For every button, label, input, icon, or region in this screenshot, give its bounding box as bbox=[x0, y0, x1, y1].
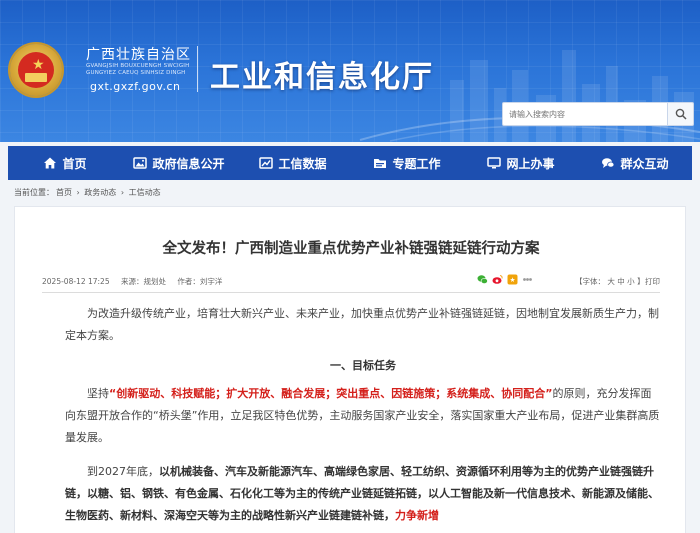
main-nav: 首页 政府信息公开 工信数据 专题工作 网上办事 群众互动 bbox=[8, 146, 692, 180]
article-author: 作者：刘宇洋 bbox=[177, 277, 223, 286]
font-size-label: 【字体： bbox=[575, 277, 605, 286]
more-share-icon[interactable] bbox=[522, 274, 533, 285]
monitor-icon bbox=[487, 157, 502, 169]
nav-item-label: 首页 bbox=[62, 156, 87, 171]
article-meta: 2025-08-12 17:25 来源：规划处 作者：刘宇洋 bbox=[42, 276, 231, 287]
department-title: 工业和信息化厅 bbox=[210, 60, 434, 95]
header-banner: ★ 广西壮族自治区 GVANGJSIH BOUXCUENGH SWCIGIH G… bbox=[0, 0, 700, 142]
folder-icon bbox=[374, 159, 387, 168]
paragraph-goals: 到2027年底，以机械装备、汽车及新能源汽车、高端绿色家居、轻工纺织、资源循环利… bbox=[65, 461, 661, 527]
title-divider bbox=[197, 46, 198, 92]
nav-item-home[interactable]: 首页 bbox=[8, 146, 122, 180]
emblem-icon[interactable]: ★ bbox=[10, 44, 62, 96]
font-size-medium[interactable]: 中 bbox=[617, 277, 625, 286]
article-card: 全文发布！广西制造业重点优势产业补链强链延链行动方案 2025-08-12 17… bbox=[14, 206, 686, 533]
font-size-switcher: 【字体： 大 中 小 】 bbox=[575, 276, 645, 287]
nav-item-online-services[interactable]: 网上办事 bbox=[464, 146, 578, 180]
share-icons: ★ bbox=[477, 274, 533, 285]
breadcrumb-current[interactable]: 工信动态 bbox=[129, 188, 161, 197]
search-button[interactable] bbox=[668, 102, 694, 126]
nav-item-data[interactable]: 工信数据 bbox=[236, 146, 350, 180]
article-source: 来源：规划处 bbox=[120, 277, 166, 286]
home-icon bbox=[44, 157, 57, 169]
weibo-icon[interactable] bbox=[492, 274, 503, 285]
nav-item-interaction[interactable]: 群众互动 bbox=[578, 146, 692, 180]
highlighted-goal: 力争新增 bbox=[395, 509, 439, 522]
paragraph-lead: 到2027年底， bbox=[87, 465, 159, 478]
site-domain: gxt.gxzf.gov.cn bbox=[90, 80, 181, 93]
paragraph-principles: 坚持“创新驱动、科技赋能；扩大开放、融合发展；突出重点、因链施策；系统集成、协同… bbox=[65, 383, 661, 449]
meta-divider bbox=[42, 292, 660, 293]
breadcrumb-separator: › bbox=[120, 188, 125, 197]
highlighted-principles: “创新驱动、科技赋能；扩大开放、融合发展；突出重点、因链施策；系统集成、协同配合… bbox=[109, 387, 553, 400]
paragraph-intro: 为改造升级传统产业，培育壮大新兴产业、未来产业，加快重点优势产业补链强链延链，因… bbox=[65, 307, 659, 342]
region-name: 广西壮族自治区 bbox=[86, 47, 191, 63]
nav-item-gov-info[interactable]: 政府信息公开 bbox=[122, 146, 236, 180]
image-icon bbox=[133, 157, 148, 169]
article-date: 2025-08-12 17:25 bbox=[42, 277, 110, 286]
breadcrumb-home[interactable]: 首页 bbox=[56, 188, 72, 197]
font-size-small[interactable]: 小 bbox=[627, 277, 635, 286]
print-button[interactable]: 打印 bbox=[645, 276, 660, 287]
svg-text:★: ★ bbox=[510, 276, 516, 284]
search-icon bbox=[675, 108, 687, 120]
wechat-icon[interactable] bbox=[477, 274, 488, 285]
nav-item-label: 专题工作 bbox=[392, 156, 441, 171]
section-heading: 一、目标任务 bbox=[330, 359, 396, 372]
nav-item-topics[interactable]: 专题工作 bbox=[350, 146, 464, 180]
breadcrumb: 当前位置： 首页 › 政务动态 › 工信动态 bbox=[14, 187, 163, 198]
paragraph-lead: 坚持 bbox=[87, 387, 109, 400]
chat-icon bbox=[602, 158, 615, 168]
nav-item-label: 政府信息公开 bbox=[152, 156, 225, 171]
nav-item-label: 群众互动 bbox=[620, 156, 669, 171]
nav-item-label: 网上办事 bbox=[506, 156, 555, 171]
article-title: 全文发布！广西制造业重点优势产业补链强链延链行动方案 bbox=[162, 241, 540, 257]
nav-item-label: 工信数据 bbox=[278, 156, 327, 171]
breadcrumb-news[interactable]: 政务动态 bbox=[84, 188, 116, 197]
breadcrumb-prefix: 当前位置： bbox=[14, 188, 54, 197]
search-input[interactable] bbox=[502, 102, 668, 126]
font-size-large[interactable]: 大 bbox=[607, 277, 615, 286]
chart-icon bbox=[259, 157, 274, 169]
breadcrumb-separator: › bbox=[76, 188, 80, 197]
region-name-zhuang: GVANGJSIH BOUXCUENGH SWCIGIH GUNGYIEZ CA… bbox=[86, 63, 190, 76]
qzone-icon[interactable]: ★ bbox=[507, 274, 518, 285]
font-size-end: 】 bbox=[637, 277, 645, 286]
